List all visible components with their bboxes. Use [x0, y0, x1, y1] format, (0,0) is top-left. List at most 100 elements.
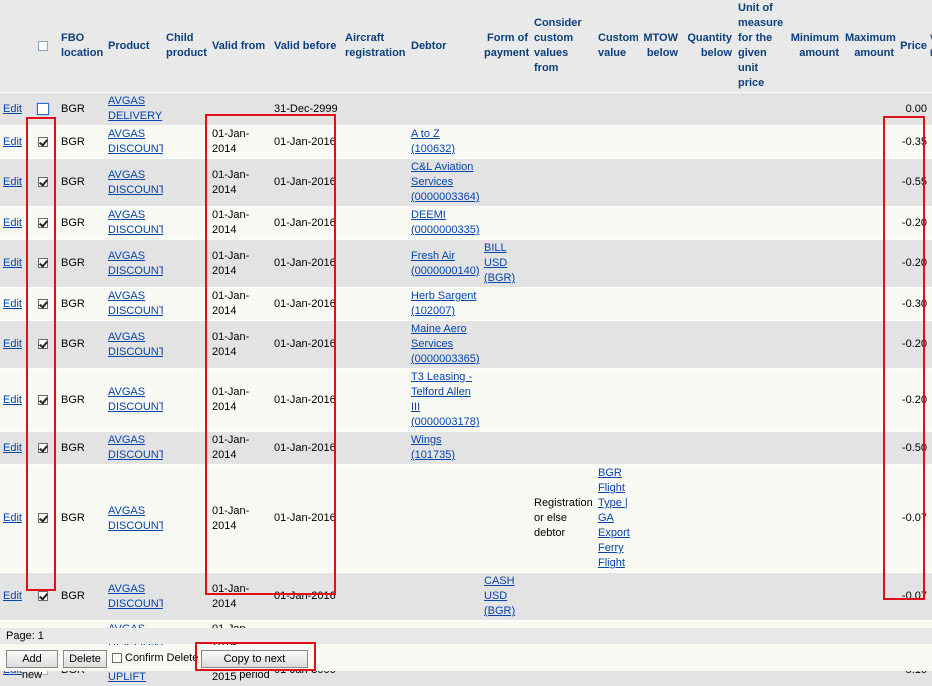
edit-link[interactable]: Edit: [3, 512, 22, 524]
maximum-amount-cell: [842, 288, 897, 321]
debtor-link[interactable]: Fresh Air (0000000140): [411, 250, 480, 277]
quantity-cell: [681, 93, 735, 126]
row-select-checkbox[interactable]: [38, 339, 48, 349]
fbo-location-cell: BGR: [58, 207, 105, 240]
valid-before-cell: 31-Dec-2999: [271, 93, 342, 126]
edit-link[interactable]: Edit: [3, 217, 22, 229]
edit-link[interactable]: Edit: [3, 442, 22, 454]
col-unit-of-measure[interactable]: Unit of measure for the given unit price: [735, 0, 787, 93]
mtow-cell: [638, 159, 681, 207]
debtor-link[interactable]: C&L Aviation Services (0000003364): [411, 161, 480, 203]
debtor-link[interactable]: T3 Leasing - Telford Allen III (00000031…: [411, 371, 480, 428]
product-link[interactable]: AVGAS DISCOUNT: [108, 386, 163, 413]
col-select-all[interactable]: [28, 0, 58, 93]
edit-link[interactable]: Edit: [3, 257, 22, 269]
product-link[interactable]: AVGAS DISCOUNT: [108, 505, 163, 532]
product-link[interactable]: AVGAS DELIVERY: [108, 95, 162, 122]
fbo-location-cell: BGR: [58, 240, 105, 288]
col-aircraft-registration[interactable]: Aircraft registration: [342, 0, 408, 93]
row-select-checkbox[interactable]: [38, 299, 48, 309]
form-of-payment-link[interactable]: CASH USD (BGR): [484, 575, 515, 617]
edit-link[interactable]: Edit: [3, 176, 22, 188]
row-select-checkbox[interactable]: [38, 218, 48, 228]
col-quantity-below[interactable]: Quantity below: [681, 0, 735, 93]
edit-link[interactable]: Edit: [3, 136, 22, 148]
child-product-cell: [163, 321, 209, 369]
edit-link[interactable]: Edit: [3, 103, 22, 115]
valid-before-cell: 01-Jan-2016: [271, 573, 342, 621]
minimum-amount-cell: [787, 432, 842, 465]
col-custom-value[interactable]: Custom value: [595, 0, 638, 93]
col-valid-from[interactable]: Valid from: [209, 0, 271, 93]
product-link[interactable]: AVGAS DISCOUNT: [108, 583, 163, 610]
minimum-amount-cell: [787, 93, 842, 126]
quantity-cell: [681, 207, 735, 240]
valid-before-cell: 01-Jan-2016: [271, 126, 342, 159]
delete-button[interactable]: Delete: [63, 650, 107, 668]
row-select-checkbox[interactable]: [38, 513, 48, 523]
product-link[interactable]: AVGAS DISCOUNT: [108, 434, 163, 461]
product-link[interactable]: AVGAS DISCOUNT: [108, 209, 163, 236]
edit-link[interactable]: Edit: [3, 298, 22, 310]
col-maximum-amount[interactable]: Maximum amount: [842, 0, 897, 93]
valid-before-cell: 01-Jan-2016: [271, 432, 342, 465]
col-form-of-payment[interactable]: Form of payment: [481, 0, 531, 93]
add-new-button[interactable]: Add new: [6, 650, 58, 668]
col-mtow-below[interactable]: MTOW below: [638, 0, 681, 93]
edit-link[interactable]: Edit: [3, 590, 22, 602]
product-link[interactable]: AVGAS DISCOUNT: [108, 290, 163, 317]
row-select-checkbox[interactable]: [38, 258, 48, 268]
confirm-delete-toggle[interactable]: Confirm Delete: [112, 652, 198, 664]
mtow-cell: [638, 573, 681, 621]
col-consider-custom[interactable]: Consider custom values from: [531, 0, 595, 93]
aircraft-registration-cell: [342, 465, 408, 573]
mtow-cell: [638, 126, 681, 159]
col-child-product[interactable]: Child product: [163, 0, 209, 93]
custom-value-link[interactable]: BGR Flight Type | GA Export Ferry Flight: [598, 467, 630, 569]
select-all-checkbox[interactable]: [38, 41, 48, 51]
product-link[interactable]: AVGAS DISCOUNT: [108, 128, 163, 155]
debtor-link[interactable]: Herb Sargent (102007): [411, 290, 476, 317]
debtor-link[interactable]: DEEMI (0000000335): [411, 209, 480, 236]
col-product[interactable]: Product: [105, 0, 163, 93]
row-select-checkbox[interactable]: [38, 443, 48, 453]
row-select-checkbox[interactable]: [38, 591, 48, 601]
unit-cell: [735, 465, 787, 573]
row-select-checkbox[interactable]: [38, 177, 48, 187]
row-select-checkbox[interactable]: [37, 103, 49, 115]
valid-from-cell: 01-Jan-2014: [209, 432, 271, 465]
debtor-link[interactable]: Wings (101735): [411, 434, 455, 461]
debtor-link[interactable]: A to Z (100632): [411, 128, 455, 155]
aircraft-registration-cell: [342, 573, 408, 621]
copy-to-next-period-button[interactable]: Copy to next period: [201, 650, 308, 668]
maximum-amount-cell: [842, 369, 897, 432]
price-cell: -0.07: [897, 573, 930, 621]
consider-custom-cell: [531, 321, 595, 369]
quantity-cell: [681, 432, 735, 465]
maximum-amount-cell: [842, 159, 897, 207]
product-link[interactable]: AVGAS DISCOUNT: [108, 250, 163, 277]
valid-before-cell: 01-Jan-2016: [271, 465, 342, 573]
consider-custom-cell: [531, 573, 595, 621]
col-valid-before[interactable]: Valid before: [271, 0, 342, 93]
edit-link[interactable]: Edit: [3, 338, 22, 350]
consider-custom-cell: [531, 432, 595, 465]
quantity-cell: [681, 573, 735, 621]
col-minimum-amount[interactable]: Minimum amount: [787, 0, 842, 93]
fbo-location-cell: BGR: [58, 369, 105, 432]
form-of-payment-link[interactable]: BILL USD (BGR): [484, 242, 515, 284]
product-link[interactable]: AVGAS DISCOUNT: [108, 331, 163, 358]
edit-link[interactable]: Edit: [3, 394, 22, 406]
row-select-checkbox[interactable]: [38, 395, 48, 405]
product-link[interactable]: AVGAS DISCOUNT: [108, 169, 163, 196]
col-debtor[interactable]: Debtor: [408, 0, 481, 93]
pager: Page: 1: [0, 628, 932, 644]
confirm-delete-checkbox[interactable]: [112, 653, 122, 663]
debtor-link[interactable]: Maine Aero Services (0000003365): [411, 323, 480, 365]
row-select-checkbox[interactable]: [38, 137, 48, 147]
mtow-cell: [638, 432, 681, 465]
minimum-amount-cell: [787, 288, 842, 321]
col-fbo-location[interactable]: FBO location: [58, 0, 105, 93]
col-price[interactable]: Price: [897, 0, 930, 93]
table-row: EditBGRAVGAS DISCOUNT01-Jan-201401-Jan-2…: [0, 573, 932, 621]
